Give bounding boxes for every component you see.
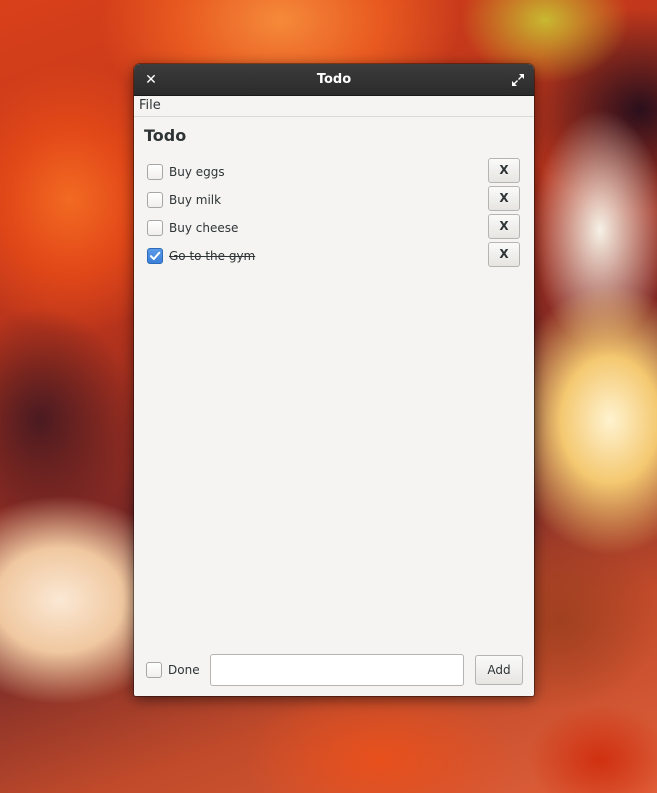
- todo-label: Buy milk: [169, 193, 222, 207]
- checkmark-icon: [150, 251, 161, 260]
- delete-button[interactable]: X: [488, 186, 520, 211]
- done-checkbox[interactable]: [146, 662, 162, 678]
- todo-checkbox[interactable]: [147, 220, 163, 236]
- todo-checkbox[interactable]: [147, 192, 163, 208]
- todo-label: Go to the gym: [169, 249, 256, 263]
- todo-window: ✕ Todo File Todo Buy eggs X Buy milk X B…: [134, 64, 534, 696]
- delete-button[interactable]: X: [488, 158, 520, 183]
- menubar: File: [134, 96, 534, 117]
- todo-checkbox[interactable]: [147, 164, 163, 180]
- todo-checkbox-checked[interactable]: [147, 248, 163, 264]
- todo-item: Buy milk X: [134, 186, 534, 214]
- todo-label: Buy eggs: [169, 165, 225, 179]
- page-title: Todo: [144, 126, 187, 145]
- todo-item: Go to the gym X: [134, 242, 534, 270]
- delete-button[interactable]: X: [488, 214, 520, 239]
- todo-item: Buy eggs X: [134, 158, 534, 186]
- delete-button[interactable]: X: [488, 242, 520, 267]
- titlebar: ✕ Todo: [134, 64, 534, 96]
- todo-item: Buy cheese X: [134, 214, 534, 242]
- menu-file[interactable]: File: [139, 97, 161, 115]
- done-label: Done: [168, 663, 200, 677]
- new-todo-input[interactable]: [210, 654, 464, 686]
- add-button[interactable]: Add: [475, 655, 523, 685]
- todo-label: Buy cheese: [169, 221, 239, 235]
- window-title: Todo: [316, 72, 352, 87]
- maximize-icon[interactable]: [510, 72, 526, 88]
